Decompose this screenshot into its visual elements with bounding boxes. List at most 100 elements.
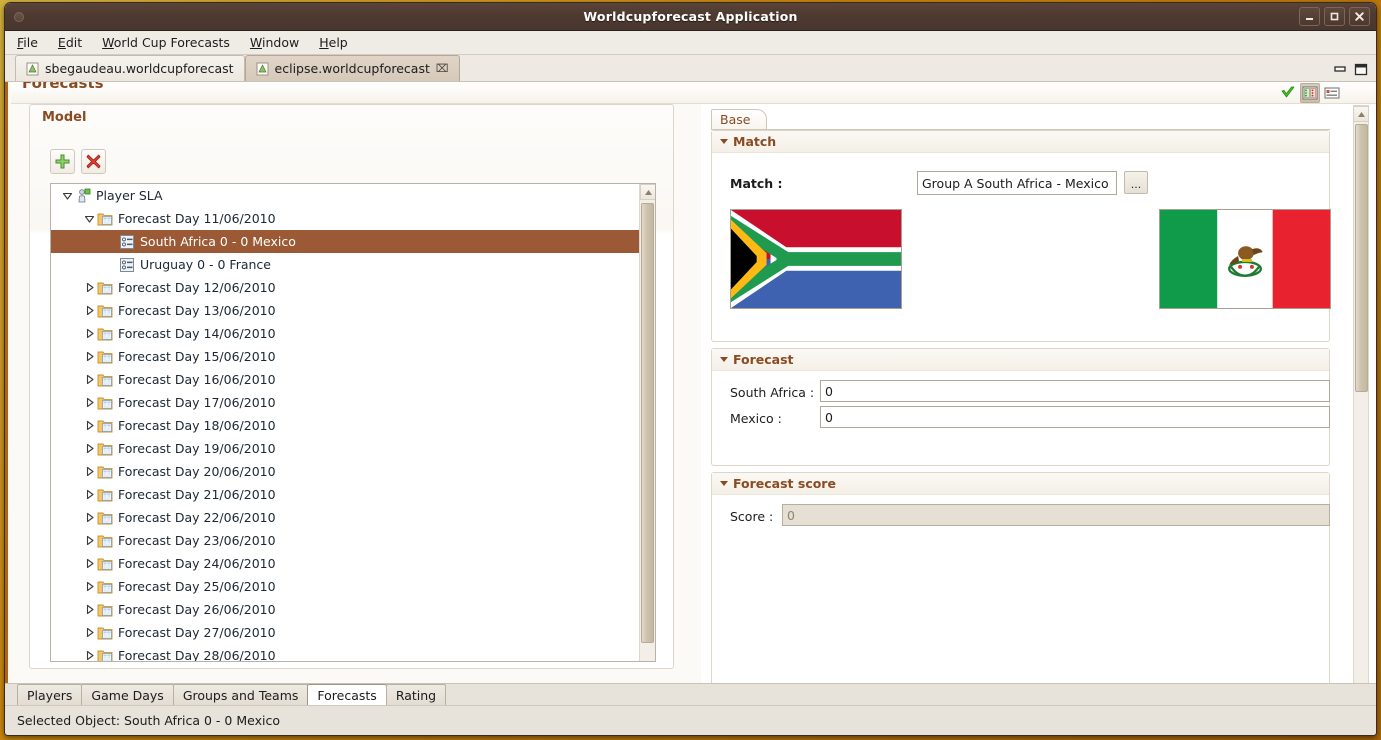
tree-item[interactable]: Forecast Day 19/06/2010 — [51, 437, 639, 460]
single-column-layout-icon[interactable] — [1322, 83, 1342, 103]
tree-item[interactable]: Forecast Day 27/06/2010 — [51, 621, 639, 644]
tree-item[interactable]: Forecast Day 24/06/2010 — [51, 552, 639, 575]
expand-twisty-icon[interactable] — [81, 552, 97, 575]
forecast-day-icon — [97, 487, 113, 503]
tree-item[interactable]: Forecast Day 18/06/2010 — [51, 414, 639, 437]
expand-twisty-icon[interactable] — [81, 575, 97, 598]
tree-item-label: Forecast Day 28/06/2010 — [118, 648, 276, 661]
collapse-twisty-icon[interactable] — [59, 184, 75, 207]
expand-twisty-icon[interactable] — [81, 644, 97, 661]
match-browse-button[interactable]: ... — [1124, 171, 1148, 194]
model-file-icon — [256, 62, 269, 76]
scroll-up-icon[interactable] — [640, 184, 655, 200]
tree-item[interactable]: Forecast Day 28/06/2010 — [51, 644, 639, 661]
expand-twisty-icon[interactable] — [81, 391, 97, 414]
forecasts-editor: Forecasts Model Player SLA Forecast Day … — [5, 82, 1376, 735]
tree-item[interactable]: Forecast Day 13/06/2010 — [51, 299, 639, 322]
mexico-flag — [1159, 209, 1331, 309]
tree-item[interactable]: Uruguay 0 - 0 France — [51, 253, 639, 276]
tree-item-label: Forecast Day 18/06/2010 — [118, 418, 276, 433]
tree-item[interactable]: Forecast Day 15/06/2010 — [51, 345, 639, 368]
expand-twisty-icon[interactable] — [81, 460, 97, 483]
forecast-section-header[interactable]: Forecast — [712, 349, 1329, 371]
editor-tab-eclipse[interactable]: eclipse.worldcupforecast ⌧ — [244, 55, 460, 81]
home-score-input[interactable] — [820, 380, 1330, 402]
tree-item[interactable]: Forecast Day 20/06/2010 — [51, 460, 639, 483]
tree-item[interactable]: Forecast Day 23/06/2010 — [51, 529, 639, 552]
maximize-editor-icon[interactable] — [1354, 61, 1368, 76]
bottom-tab-label: Forecasts — [317, 687, 377, 703]
expand-twisty-icon[interactable] — [81, 414, 97, 437]
match-section-header[interactable]: Match — [712, 131, 1329, 153]
tree-item[interactable]: Forecast Day 25/06/2010 — [51, 575, 639, 598]
expand-twisty-icon[interactable] — [81, 322, 97, 345]
tree-item[interactable]: Forecast Day 11/06/2010 — [51, 207, 639, 230]
expand-twisty-icon[interactable] — [81, 598, 97, 621]
tree-item[interactable]: Forecast Day 16/06/2010 — [51, 368, 639, 391]
delete-button[interactable] — [81, 149, 106, 174]
close-icon[interactable]: ⌧ — [436, 62, 449, 75]
match-icon — [119, 234, 135, 250]
maximize-button[interactable] — [1324, 7, 1345, 26]
minimize-button[interactable] — [1299, 7, 1320, 26]
bottom-tab-players[interactable]: Players — [17, 684, 83, 705]
away-score-input[interactable] — [820, 406, 1330, 428]
menu-item-window[interactable]: Window — [250, 35, 299, 50]
tree-item[interactable]: Forecast Day 21/06/2010 — [51, 483, 639, 506]
expand-twisty-icon[interactable] — [81, 368, 97, 391]
expand-twisty-icon[interactable] — [81, 437, 97, 460]
tree-item[interactable]: Forecast Day 14/06/2010 — [51, 322, 639, 345]
details-scrollbar[interactable] — [1353, 105, 1369, 735]
close-button[interactable] — [1349, 7, 1370, 26]
editor-tab-sbegaudeau[interactable]: sbegaudeau.worldcupforecast — [15, 55, 245, 81]
menu-item-help[interactable]: Help — [319, 35, 348, 50]
scrollbar-thumb[interactable] — [1355, 124, 1368, 392]
forecast-score-section-header[interactable]: Forecast score — [712, 473, 1329, 495]
bottom-tab-game-days[interactable]: Game Days — [81, 684, 174, 705]
match-input[interactable] — [917, 171, 1117, 195]
expand-twisty-icon[interactable] — [81, 506, 97, 529]
tree-item-label: Forecast Day 11/06/2010 — [118, 211, 276, 226]
add-button[interactable] — [50, 149, 75, 174]
expand-twisty-icon[interactable] — [81, 621, 97, 644]
expand-twisty-icon[interactable] — [81, 276, 97, 299]
editor-tab-strip: sbegaudeau.worldcupforecast eclipse.worl… — [5, 55, 1376, 82]
tree-item[interactable]: Forecast Day 22/06/2010 — [51, 506, 639, 529]
expand-twisty-icon[interactable] — [81, 299, 97, 322]
forecast-day-icon — [97, 280, 113, 296]
player-icon — [75, 188, 91, 204]
tree-item[interactable]: Player SLA — [51, 184, 639, 207]
south-africa-flag — [730, 209, 902, 309]
scroll-up-icon[interactable] — [1353, 106, 1369, 122]
expand-twisty-icon[interactable] — [81, 345, 97, 368]
menu-item-file[interactable]: File — [17, 35, 38, 50]
collapse-twisty-icon[interactable] — [81, 207, 97, 230]
model-tree-scrollbar[interactable] — [639, 184, 655, 661]
model-tree[interactable]: Player SLA Forecast Day 11/06/2010 South A… — [50, 183, 656, 662]
validation-ok-icon[interactable] — [1278, 83, 1298, 103]
menu-bar: File Edit World Cup Forecasts Window Help — [5, 31, 1376, 55]
bottom-tab-rating[interactable]: Rating — [385, 684, 447, 705]
window-title: Worldcupforecast Application — [583, 9, 798, 24]
bottom-tab-groups-and-teams[interactable]: Groups and Teams — [172, 684, 309, 705]
forecast-day-icon — [97, 533, 113, 549]
minimize-editor-icon[interactable] — [1334, 61, 1348, 74]
tree-item-label: Uruguay 0 - 0 France — [140, 257, 271, 272]
tab-base[interactable]: Base — [711, 109, 768, 129]
expand-twisty-icon[interactable] — [81, 529, 97, 552]
forecast-day-icon — [97, 211, 113, 227]
two-column-layout-icon[interactable] — [1300, 83, 1320, 103]
tree-item-label: Forecast Day 24/06/2010 — [118, 556, 276, 571]
tree-item-label: Forecast Day 27/06/2010 — [118, 625, 276, 640]
tree-item[interactable]: Forecast Day 26/06/2010 — [51, 598, 639, 621]
expand-twisty-icon[interactable] — [81, 483, 97, 506]
tree-item[interactable]: South Africa 0 - 0 Mexico — [51, 230, 639, 253]
scrollbar-thumb[interactable] — [641, 203, 654, 643]
menu-item-edit[interactable]: Edit — [58, 35, 82, 50]
bottom-tab-forecasts[interactable]: Forecasts — [307, 684, 387, 705]
menu-item-world-cup-forecasts[interactable]: World Cup Forecasts — [102, 35, 230, 50]
window-menu-icon[interactable] — [14, 12, 24, 22]
tree-item-label: Forecast Day 25/06/2010 — [118, 579, 276, 594]
tree-item[interactable]: Forecast Day 17/06/2010 — [51, 391, 639, 414]
tree-item[interactable]: Forecast Day 12/06/2010 — [51, 276, 639, 299]
